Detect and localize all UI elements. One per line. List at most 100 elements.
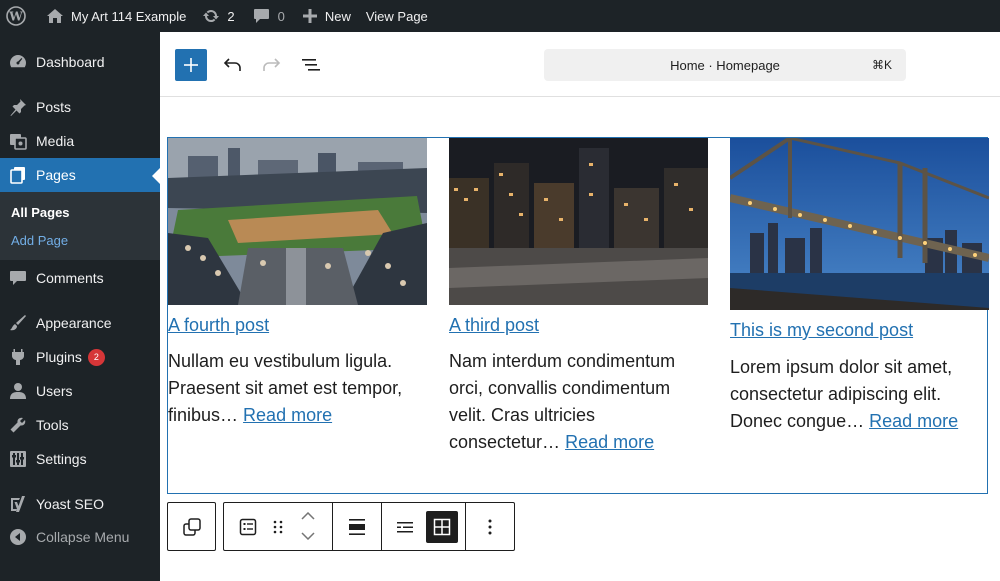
list-layout-button[interactable] (389, 511, 421, 543)
command-bar-title: Home · Homepage (670, 57, 780, 73)
post-excerpt: Lorem ipsum dolor sit amet, consectetur … (730, 354, 992, 435)
sidebar-item-settings[interactable]: Settings (0, 442, 160, 476)
chevron-up-icon (301, 512, 315, 520)
submenu-all-pages[interactable]: All Pages (11, 205, 70, 220)
sidebar-item-label: Yoast SEO (36, 496, 104, 512)
post-excerpt: Nullam eu vestibulum ligula. Praesent si… (168, 348, 430, 429)
block-type-button[interactable] (230, 503, 266, 550)
query-loop-icon (182, 517, 201, 536)
collapse-menu-label: Collapse Menu (36, 529, 130, 545)
pages-icon (0, 166, 36, 184)
dashboard-icon (0, 53, 36, 71)
toolbar-divider (381, 503, 382, 550)
sidebar-item-label: Tools (36, 417, 69, 433)
block-editor: Home · Homepage ⌘K A fourth post Nullam … (160, 32, 1000, 581)
view-page-link[interactable]: View Page (359, 0, 436, 32)
comment-bubble-icon (253, 9, 269, 23)
block-toolbar (223, 502, 515, 551)
sidebar-item-dashboard[interactable]: Dashboard (0, 45, 160, 79)
document-overview-button[interactable] (295, 49, 327, 81)
brush-icon (0, 314, 36, 332)
sidebar-item-users[interactable]: Users (0, 374, 160, 408)
pin-icon (0, 98, 36, 116)
sidebar-item-label: Comments (36, 270, 104, 286)
admin-bar: W My Art 114 Example 2 0 New View Page (0, 0, 1000, 32)
site-name: My Art 114 Example (71, 8, 187, 24)
post-title-link[interactable]: A fourth post (168, 315, 269, 336)
sidebar-item-yoast-seo[interactable]: Yoast SEO (0, 487, 160, 521)
home-icon (47, 9, 63, 23)
select-parent-button[interactable] (168, 503, 215, 550)
plug-icon (0, 348, 36, 366)
post-template-icon (239, 518, 257, 535)
sidebar-item-posts[interactable]: Posts (0, 90, 160, 124)
undo-button[interactable] (217, 49, 249, 81)
sidebar-item-label: Appearance (36, 315, 112, 331)
post-title-link[interactable]: A third post (449, 315, 539, 336)
collapse-menu-button[interactable]: Collapse Menu (0, 520, 160, 554)
media-icon (0, 132, 36, 150)
updates-link[interactable]: 2 (194, 0, 242, 32)
user-icon (0, 382, 36, 400)
yoast-icon (0, 495, 36, 513)
post-title-link[interactable]: This is my second post (730, 320, 913, 341)
sidebar-item-appearance[interactable]: Appearance (0, 306, 160, 340)
align-button[interactable] (333, 503, 381, 550)
settings-icon (0, 450, 36, 468)
collapse-arrow-icon (0, 528, 36, 546)
chevron-down-icon (301, 532, 315, 540)
new-label: New (324, 8, 351, 24)
more-vertical-icon (488, 519, 492, 534)
sidebar-item-comments[interactable]: Comments (0, 261, 160, 295)
svg-text:W: W (8, 10, 23, 24)
move-down-button[interactable] (296, 527, 320, 545)
drag-handle-icon (273, 520, 283, 533)
plus-icon (184, 58, 198, 72)
sidebar-item-plugins[interactable]: Plugins 2 (0, 340, 160, 374)
align-wide-icon (349, 518, 365, 535)
list-view-icon (302, 59, 320, 71)
list-view-icon (397, 522, 413, 533)
submenu-add-page[interactable]: Add Page (11, 233, 68, 248)
new-content-link[interactable]: New (293, 0, 359, 32)
sidebar-item-media[interactable]: Media (0, 124, 160, 158)
site-name-link[interactable]: My Art 114 Example (34, 0, 194, 32)
read-more-link[interactable]: Read more (565, 432, 654, 452)
wordpress-logo-icon[interactable]: W (0, 0, 34, 32)
view-page-label: View Page (365, 8, 428, 24)
move-up-button[interactable] (296, 507, 320, 525)
sidebar-item-label: Plugins (36, 349, 82, 365)
post-featured-image[interactable] (168, 138, 427, 305)
post-featured-image[interactable] (730, 138, 989, 310)
parent-block-toolbar (167, 502, 216, 551)
sidebar-item-label: Settings (36, 451, 87, 467)
sidebar-item-label: Posts (36, 99, 72, 115)
wrench-icon (0, 416, 36, 434)
sidebar-item-label: Dashboard (36, 54, 105, 70)
sidebar-item-label: Pages (36, 167, 76, 183)
admin-sidebar: Dashboard Posts Media Pages All Pages Ad… (0, 32, 160, 581)
updates-count: 2 (227, 8, 235, 24)
add-block-button[interactable] (175, 49, 207, 81)
redo-button[interactable] (255, 49, 287, 81)
read-more-link[interactable]: Read more (243, 405, 332, 425)
refresh-icon (203, 9, 220, 23)
redo-icon (263, 58, 281, 71)
read-more-link[interactable]: Read more (869, 411, 958, 431)
post-featured-image[interactable] (449, 138, 708, 305)
pages-submenu: All Pages Add Page (0, 192, 160, 260)
query-loop-block[interactable]: A fourth post Nullam eu vestibulum ligul… (167, 137, 989, 494)
plus-icon (302, 9, 317, 23)
grid-view-icon (433, 518, 451, 536)
drag-handle[interactable] (266, 503, 290, 550)
sidebar-item-tools[interactable]: Tools (0, 408, 160, 442)
comments-link[interactable]: 0 (243, 0, 293, 32)
grid-layout-button[interactable] (426, 511, 458, 543)
sidebar-item-label: Media (36, 133, 75, 149)
options-button[interactable] (466, 503, 514, 550)
post-excerpt: Nam interdum condimentum orci, convallis… (449, 348, 711, 456)
plugins-update-badge: 2 (87, 348, 105, 366)
command-palette-bar[interactable]: Home · Homepage ⌘K (544, 49, 906, 81)
sidebar-item-pages[interactable]: Pages (0, 158, 160, 192)
sidebar-item-label: Users (36, 383, 73, 399)
